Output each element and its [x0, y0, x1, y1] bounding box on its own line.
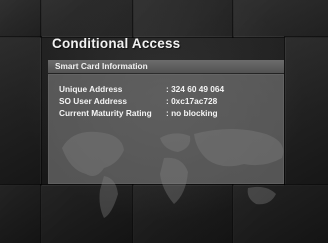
background-tile	[0, 0, 42, 38]
info-row-so-user-address: SO User Address : 0xc17ac728	[59, 95, 224, 107]
background-tile	[0, 184, 42, 243]
background-tile	[132, 0, 234, 38]
background-tile	[0, 36, 42, 186]
background-tile	[40, 0, 134, 38]
info-value: : 0xc17ac728	[166, 96, 218, 106]
info-rows: Unique Address : 324 60 49 064 SO User A…	[59, 83, 224, 119]
info-label: SO User Address	[59, 96, 127, 106]
smart-card-info-panel: Smart Card Information Unique Address : …	[48, 60, 284, 184]
info-label: Unique Address	[59, 84, 123, 94]
info-label: Current Maturity Rating	[59, 108, 152, 118]
panel-body: Unique Address : 324 60 49 064 SO User A…	[48, 74, 284, 184]
panel-header: Smart Card Information	[48, 60, 284, 73]
info-value: : 324 60 49 064	[166, 84, 225, 94]
info-value: : no blocking	[166, 108, 218, 118]
info-row-unique-address: Unique Address : 324 60 49 064	[59, 83, 224, 95]
page-title: Conditional Access	[52, 36, 181, 51]
info-row-maturity-rating: Current Maturity Rating : no blocking	[59, 107, 224, 119]
background-tile	[232, 0, 328, 38]
tv-menu-screen: Conditional Access Smart Card Informatio…	[0, 0, 328, 243]
